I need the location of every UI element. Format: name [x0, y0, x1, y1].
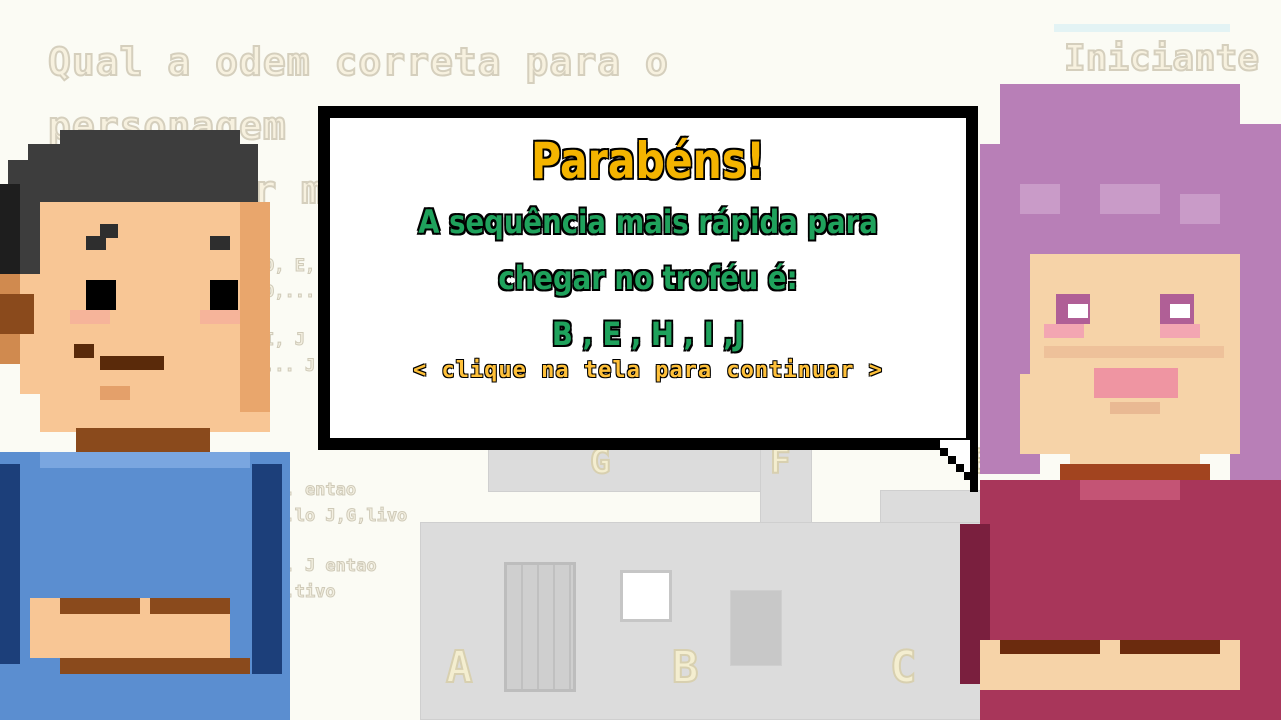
- level-progress-bar: [1054, 24, 1230, 32]
- map-door: [504, 562, 576, 692]
- level-label: Iniciante: [1063, 37, 1260, 80]
- level-map: G F E A B C: [420, 440, 992, 720]
- dialog-line-2: chegar no troféu é:: [498, 259, 798, 297]
- dialog-title: Parabéns!: [531, 132, 765, 190]
- speech-bubble-tail: [932, 440, 978, 492]
- boy-character: [0, 130, 290, 720]
- dialog-answer-sequence: B , E , H , I ,J: [551, 315, 745, 353]
- map-window: [620, 570, 672, 622]
- map-fireplace: [730, 590, 782, 666]
- girl-character: [960, 84, 1281, 720]
- map-node-label: A: [445, 641, 473, 694]
- map-node-label: C: [889, 641, 917, 694]
- congratulations-dialog[interactable]: Parabéns! A sequência mais rápida para c…: [318, 106, 978, 450]
- map-node-label: B: [671, 641, 699, 694]
- dialog-line-1: A sequência mais rápida para: [418, 203, 878, 241]
